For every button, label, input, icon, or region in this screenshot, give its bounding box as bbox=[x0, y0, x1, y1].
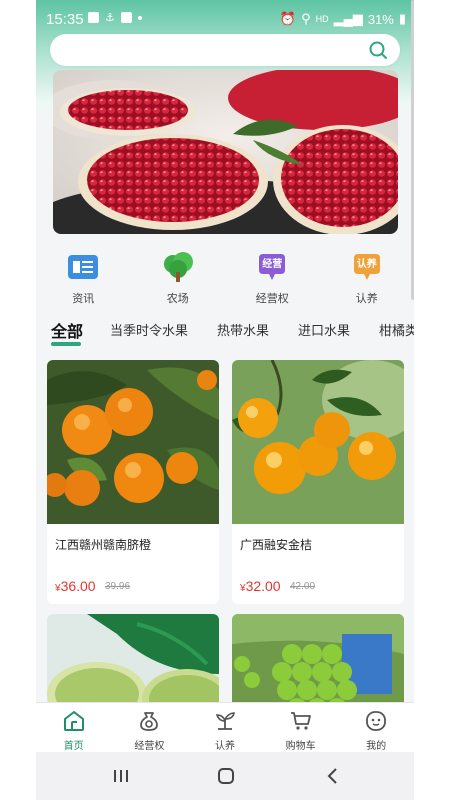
category-farm[interactable]: 农场 bbox=[131, 248, 226, 308]
category-label: 资讯 bbox=[72, 293, 95, 305]
kumquat-image bbox=[232, 360, 404, 524]
money-bag-icon bbox=[140, 712, 159, 731]
cart-icon bbox=[290, 712, 311, 730]
pomegranate-image bbox=[53, 70, 398, 234]
bottom-tab-bar: 首页 经营权 认养 购物车 我的 bbox=[36, 702, 414, 753]
news-icon bbox=[68, 255, 99, 279]
system-navigation-bar bbox=[36, 752, 414, 800]
active-tab-indicator bbox=[51, 342, 81, 346]
price-value: 36.00 bbox=[60, 578, 96, 594]
location-icon: ⚲ bbox=[301, 11, 311, 26]
business-badge-text: 经营 bbox=[262, 259, 283, 270]
nav-label: 经营权 bbox=[134, 741, 165, 752]
more-dot-icon bbox=[137, 15, 142, 20]
nav-label: 购物车 bbox=[285, 741, 316, 752]
tab-all[interactable]: 全部 bbox=[51, 318, 83, 342]
alarm-icon: ⏰ bbox=[279, 11, 297, 26]
nav-home[interactable]: 首页 bbox=[36, 703, 112, 753]
battery-icon: ▮ bbox=[398, 11, 406, 26]
nav-profile[interactable]: 我的 bbox=[338, 703, 414, 753]
tab-seasonal-fruit[interactable]: 当季时令水果 bbox=[110, 320, 188, 339]
adopt-badge-text: 认养 bbox=[356, 259, 377, 270]
signal-icon: ▂▄▆ bbox=[333, 11, 363, 26]
category-label: 认养 bbox=[355, 293, 378, 305]
search-icon[interactable] bbox=[368, 40, 388, 60]
original-price: 39.96 bbox=[105, 581, 131, 592]
gallery-icon bbox=[88, 12, 99, 23]
home-button-icon[interactable] bbox=[211, 764, 241, 788]
category-business-rights[interactable]: 经营 经营权 bbox=[225, 248, 320, 308]
back-icon[interactable] bbox=[318, 764, 348, 788]
promo-banner[interactable] bbox=[53, 70, 398, 234]
product-price: ¥36.00 bbox=[55, 578, 96, 594]
scrollbar[interactable] bbox=[411, 0, 414, 300]
tab-tropical-fruit[interactable]: 热带水果 bbox=[217, 320, 269, 339]
sprout-icon bbox=[215, 712, 235, 730]
screen: 15:35 ⚓ ⏰ ⚲ HD ▂▄▆ 31% ▮ 资讯 农场 经营 经营权 认养… bbox=[0, 0, 450, 800]
category-row: 资讯 农场 经营 经营权 认养 认养 bbox=[36, 248, 414, 308]
battery-text: 31% bbox=[367, 11, 394, 27]
search-bar[interactable] bbox=[50, 34, 400, 66]
nav-label: 首页 bbox=[63, 741, 84, 752]
farm-tree-icon bbox=[163, 252, 193, 282]
product-card[interactable]: 江西赣州赣南脐橙 ¥36.00 39.96 bbox=[47, 360, 219, 604]
price-value: 32.00 bbox=[245, 578, 281, 594]
original-price: 42.00 bbox=[290, 581, 316, 592]
tab-citrus[interactable]: 柑橘类 bbox=[379, 320, 414, 339]
status-bar: 15:35 ⚓ ⏰ ⚲ HD ▂▄▆ 31% ▮ bbox=[36, 0, 414, 38]
category-tabs: 全部 当季时令水果 热带水果 进口水果 柑橘类 bbox=[36, 318, 414, 346]
category-label: 经营权 bbox=[255, 293, 289, 305]
nav-business-rights[interactable]: 经营权 bbox=[112, 703, 188, 753]
nav-cart[interactable]: 购物车 bbox=[263, 703, 339, 753]
category-adopt[interactable]: 认养 认养 bbox=[320, 248, 415, 308]
product-card[interactable]: 广西融安金桔 ¥32.00 42.00 bbox=[232, 360, 404, 604]
category-label: 农场 bbox=[166, 293, 189, 305]
app-window: 15:35 ⚓ ⏰ ⚲ HD ▂▄▆ 31% ▮ 资讯 农场 经营 经营权 认养… bbox=[36, 0, 414, 800]
network-label: HD bbox=[315, 14, 329, 24]
profile-icon bbox=[366, 711, 387, 731]
android-icon: ⚓ bbox=[105, 12, 115, 24]
product-name: 广西融安金桔 bbox=[240, 538, 313, 552]
tab-imported-fruit[interactable]: 进口水果 bbox=[298, 320, 350, 339]
status-time: 15:35 bbox=[46, 11, 84, 28]
navel-orange-image bbox=[47, 360, 219, 524]
home-icon bbox=[63, 711, 84, 731]
category-news[interactable]: 资讯 bbox=[36, 248, 131, 308]
product-name: 江西赣州赣南脐橙 bbox=[55, 538, 152, 552]
nav-label: 我的 bbox=[366, 741, 387, 752]
nav-label: 认养 bbox=[214, 741, 235, 752]
nav-adopt[interactable]: 认养 bbox=[187, 703, 263, 753]
notification-icons: ⚓ bbox=[88, 11, 142, 24]
recent-apps-icon[interactable] bbox=[106, 764, 136, 788]
system-icons: ⏰ ⚲ HD ▂▄▆ 31% ▮ bbox=[280, 11, 406, 27]
message-icon bbox=[120, 12, 132, 23]
search-input[interactable] bbox=[64, 40, 368, 62]
product-price: ¥32.00 bbox=[240, 578, 281, 594]
